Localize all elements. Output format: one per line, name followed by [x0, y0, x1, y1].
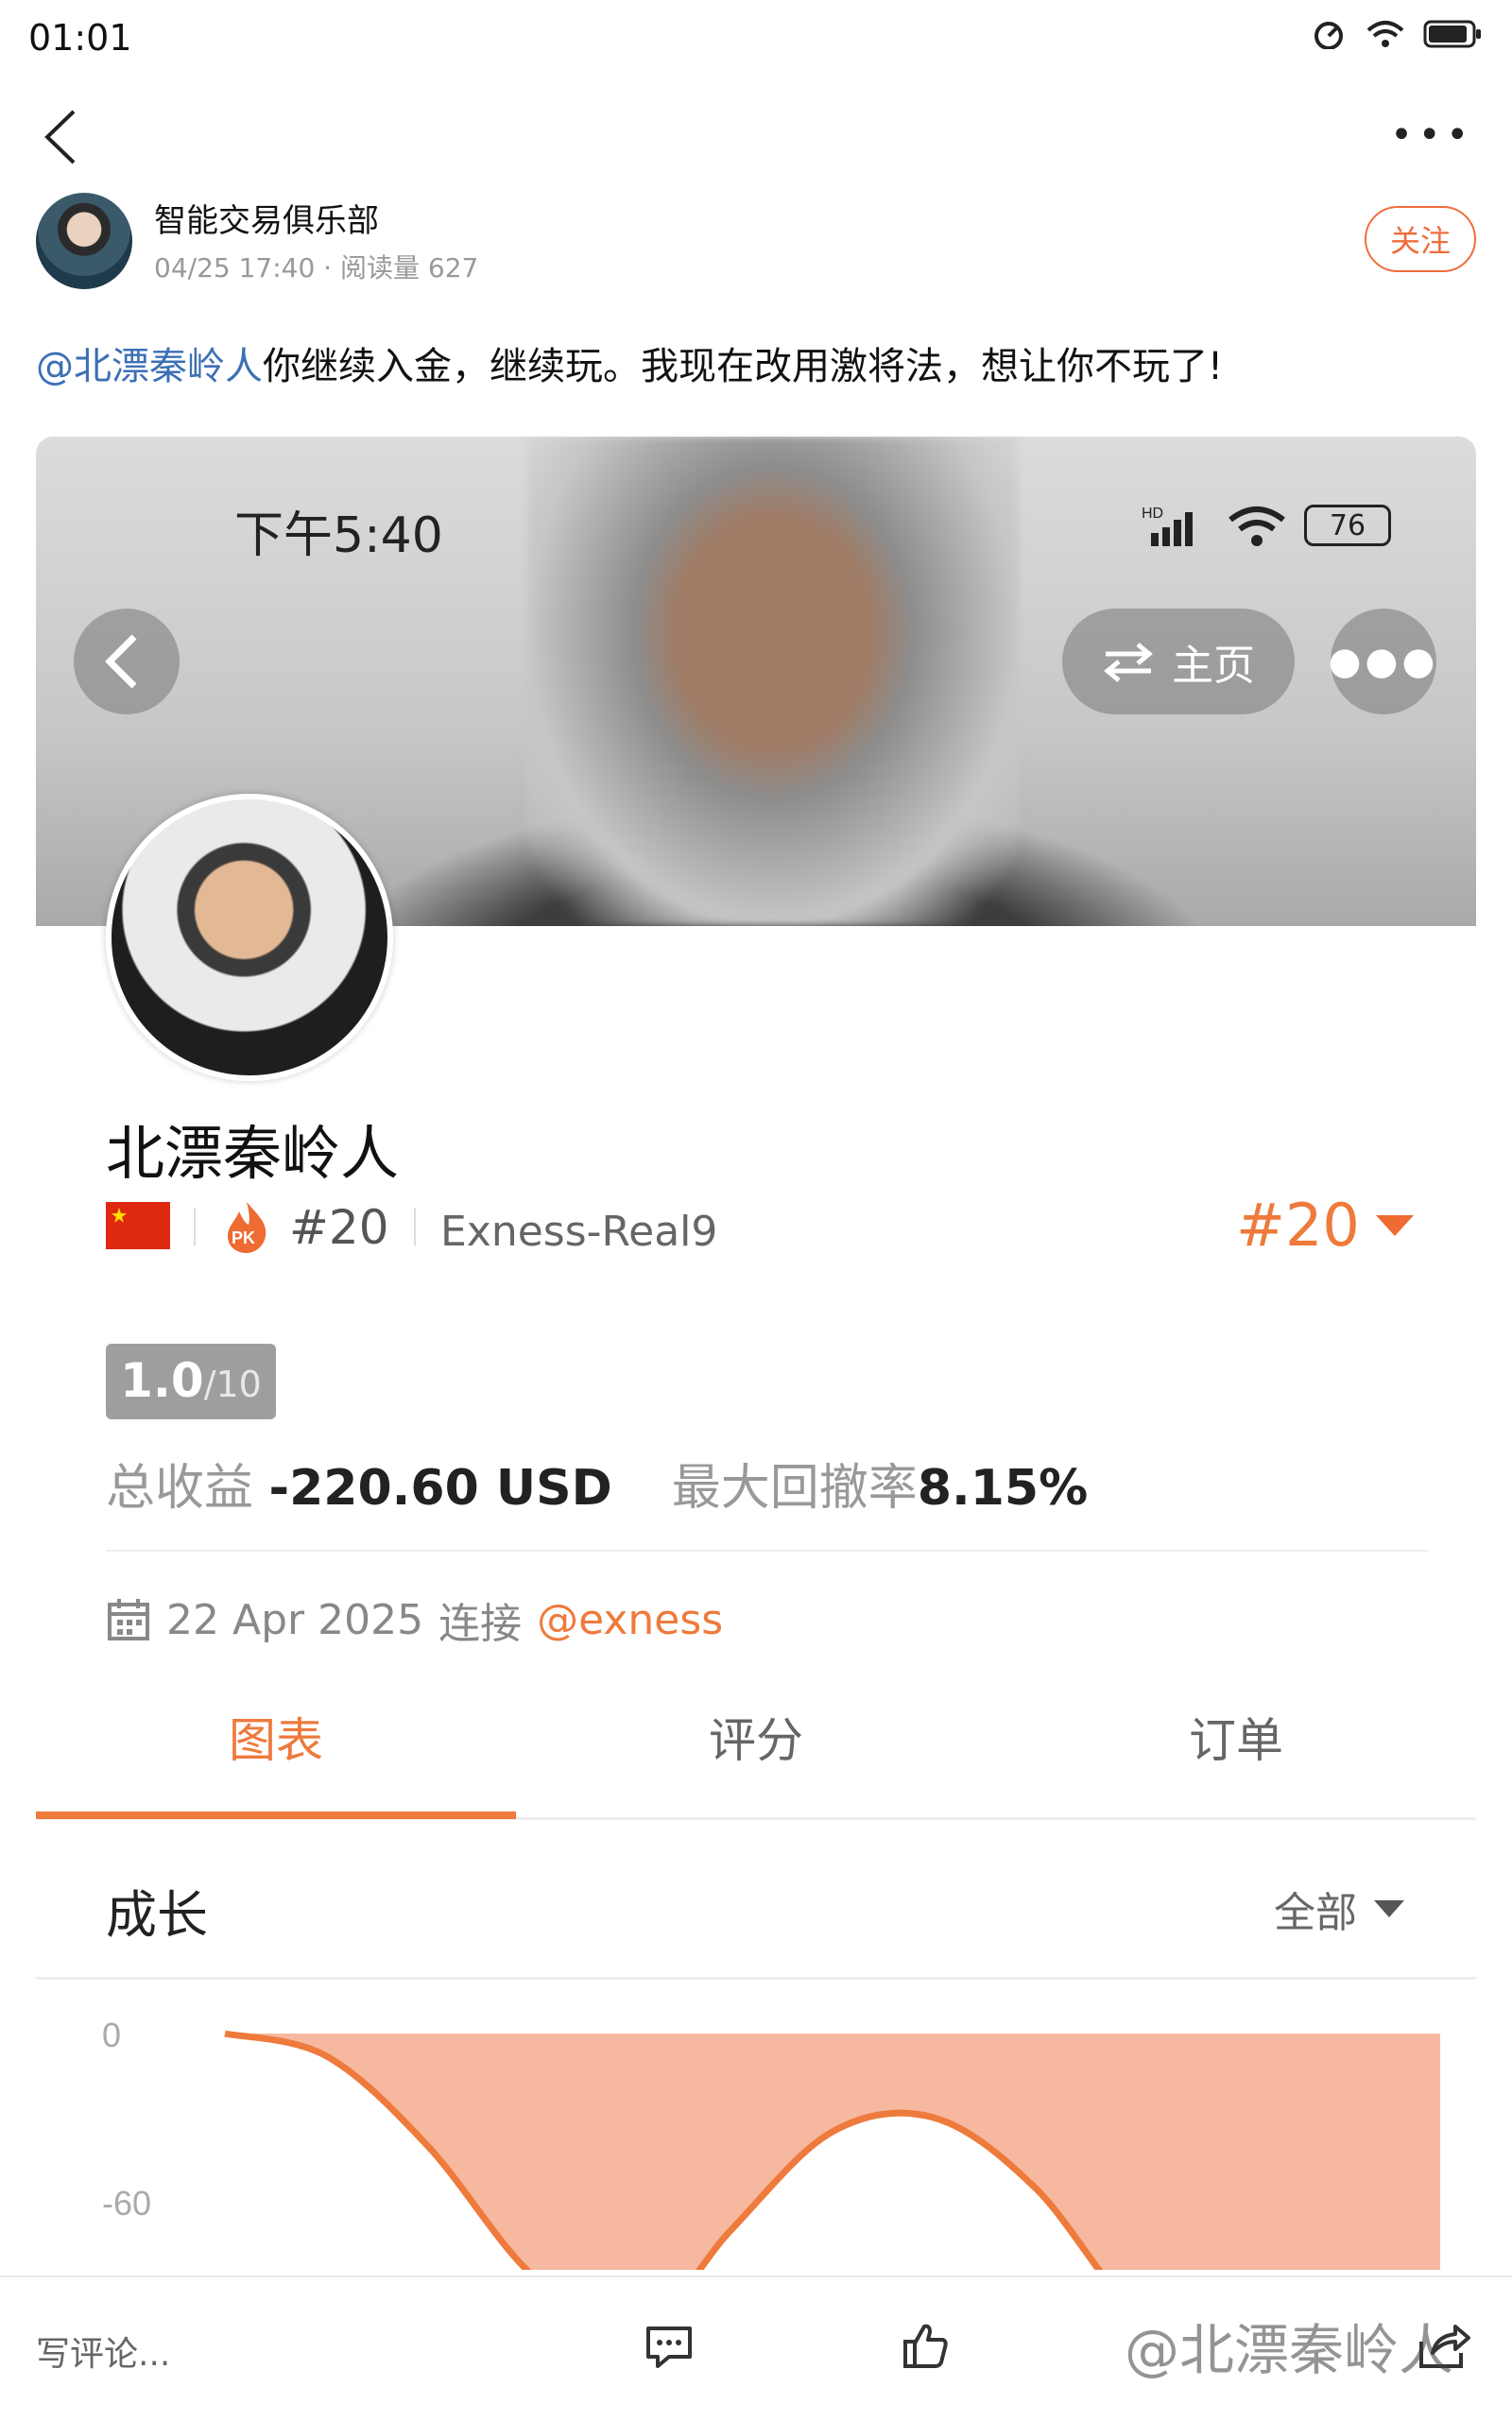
tab-chart[interactable]: 图表 — [36, 1693, 516, 1793]
inner-more-button[interactable]: ●●● — [1329, 609, 1436, 714]
total-profit-label: 总收益 — [106, 1460, 254, 1517]
connected-label: 连接 — [438, 1600, 523, 1648]
caret-down-icon — [1374, 1900, 1404, 1917]
author-avatar[interactable] — [36, 193, 132, 289]
signal-icon: HD — [1142, 506, 1193, 546]
watermark: @北漂秦岭人 — [1125, 2318, 1454, 2382]
tab-orders[interactable]: 订单 — [996, 1693, 1476, 1793]
inner-home-label: 主页 — [1172, 642, 1255, 690]
growth-title: 成长 — [106, 1885, 208, 1945]
battery-icon — [1423, 20, 1481, 48]
stats-line: 总收益 -220.60 USD 最大回撤率8.15% — [106, 1448, 1088, 1519]
total-profit-value: -220.60 USD — [268, 1460, 612, 1517]
rank-small: #20 — [289, 1200, 389, 1255]
growth-area — [225, 2034, 1440, 2270]
mention-link[interactable]: @北漂秦岭人 — [36, 345, 263, 388]
active-tab-indicator — [36, 1811, 516, 1819]
speed-icon — [1314, 22, 1343, 49]
comment-icon[interactable] — [644, 2325, 694, 2370]
divider — [194, 1208, 196, 1245]
inner-wifi-icon — [1228, 507, 1285, 546]
max-drawdown-label: 最大回撤率 — [671, 1460, 918, 1517]
back-button[interactable] — [38, 104, 85, 170]
pk-fire-icon: PK — [220, 1200, 273, 1253]
score-badge: 1.0/10 — [106, 1344, 276, 1419]
divider — [414, 1208, 416, 1245]
growth-filter-label: 全部 — [1274, 1889, 1357, 1937]
inner-status-time: 下午5:40 — [234, 507, 443, 564]
inner-status-icons: HD 76 — [1142, 503, 1391, 548]
growth-filter-dropdown[interactable]: 全部 — [1274, 1879, 1404, 1939]
y-tick-label: -60 — [102, 2184, 151, 2223]
profile-name: 北漂秦岭人 — [106, 1119, 400, 1188]
inner-battery-icon: 76 — [1304, 505, 1391, 546]
like-icon[interactable] — [902, 2321, 951, 2370]
calendar-icon — [108, 1599, 149, 1640]
cover-photo-blurred-face — [527, 437, 1019, 926]
caret-down-icon[interactable] — [1376, 1215, 1414, 1236]
post-body: 你继续入金，继续玩。我现在改用激将法，想让你不玩了! — [263, 345, 1224, 388]
rank-big[interactable]: #20 — [1236, 1191, 1360, 1260]
inner-home-button[interactable]: 主页 — [1062, 609, 1295, 714]
svg-text:HD: HD — [1142, 506, 1163, 522]
follow-button[interactable]: 关注 — [1365, 206, 1476, 272]
connected-date: 22 Apr 2025 — [166, 1595, 424, 1644]
score-value: 1.0 — [120, 1353, 204, 1408]
china-flag-icon — [106, 1202, 170, 1249]
inner-back-button[interactable] — [74, 609, 180, 714]
y-tick-label: 0 — [102, 2016, 121, 2054]
account-name: Exness-Real9 — [440, 1208, 718, 1256]
score-max: /10 — [203, 1364, 262, 1405]
connected-since: 22 Apr 2025 连接 @exness — [106, 1589, 723, 1650]
post-text: @北漂秦岭人你继续入金，继续玩。我现在改用激将法，想让你不玩了! — [36, 340, 1482, 393]
inner-battery-level: 76 — [1329, 508, 1366, 542]
chevron-left-icon — [44, 110, 76, 164]
chevron-left-icon — [105, 634, 137, 689]
profile-avatar[interactable] — [106, 794, 393, 1081]
tab-rating[interactable]: 评分 — [516, 1693, 996, 1793]
swap-icon — [1104, 643, 1153, 682]
broker-link[interactable]: @exness — [537, 1596, 723, 1644]
divider — [106, 1550, 1429, 1552]
max-drawdown-value: 8.15% — [917, 1460, 1089, 1517]
svg-text:PK: PK — [232, 1228, 255, 1247]
author-name[interactable]: 智能交易俱乐部 — [154, 195, 379, 241]
post-meta: 04/25 17:40 · 阅读量 627 — [154, 252, 479, 283]
status-time: 01:01 — [28, 17, 132, 59]
divider — [36, 1977, 1476, 1980]
more-options-button[interactable]: ••• — [1390, 113, 1474, 157]
comment-input[interactable]: 写评论... — [36, 2327, 170, 2376]
wifi-icon — [1366, 21, 1404, 47]
status-icons — [1312, 19, 1484, 49]
tab-bar: 图表 评分 订单 — [36, 1693, 1476, 1793]
embedded-screenshot[interactable]: 下午5:40 HD 76 主页 ●●● 北漂秦岭人 PK #20 Exness-… — [36, 437, 1476, 2279]
growth-chart[interactable]: 0 -60 — [36, 1986, 1476, 2270]
